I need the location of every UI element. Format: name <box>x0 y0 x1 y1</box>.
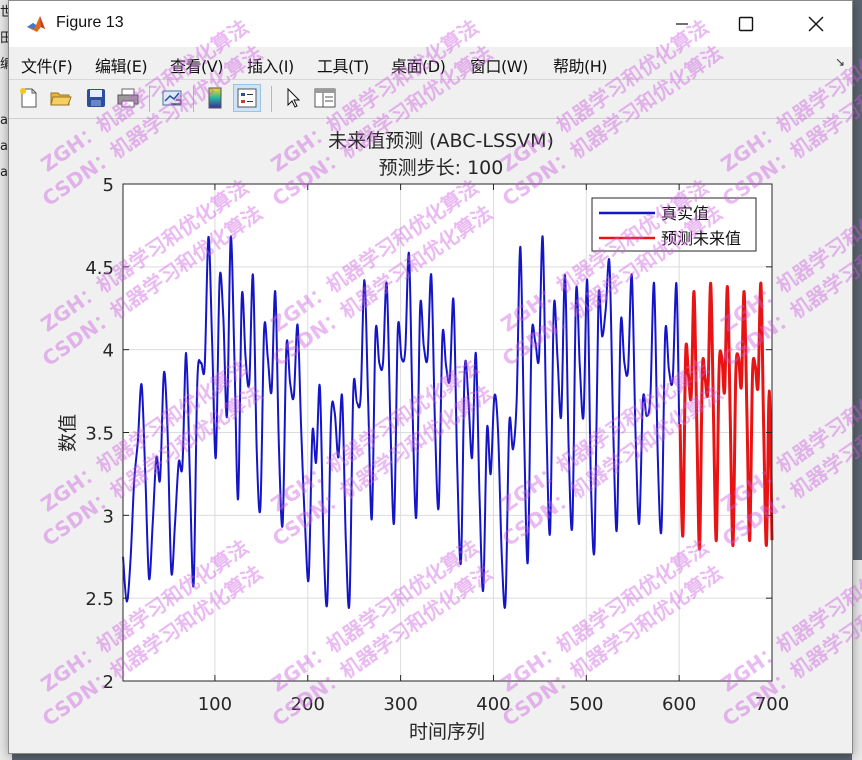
new-figure-icon <box>20 88 37 108</box>
x-tick-label: 600 <box>662 694 696 715</box>
menu-file[interactable]: 文件(F) <box>21 53 73 77</box>
close-icon <box>808 16 824 32</box>
property-inspector-button[interactable] <box>311 84 339 112</box>
print-icon <box>117 88 139 108</box>
minimize-button[interactable] <box>659 1 705 47</box>
menu-tools[interactable]: 工具(T) <box>317 53 369 77</box>
legend-label-forecast: 预测未来值 <box>661 229 741 248</box>
toolbar-separator <box>193 86 194 112</box>
background-app-edge-right <box>852 560 862 760</box>
y-tick-label: 4 <box>103 341 114 362</box>
chart-title: 未来值预测 (ABC-LSSVM) <box>328 130 554 152</box>
figure-window: Figure 13 文件(F) 编辑(E) 查看(V) 插入(I) 工具(T) … <box>8 0 853 754</box>
open-file-button[interactable] <box>47 84 75 112</box>
save-icon <box>87 89 105 107</box>
edit-plot-icon <box>287 87 301 108</box>
menu-desktop[interactable]: 桌面(D) <box>391 53 446 77</box>
title-bar[interactable]: Figure 13 <box>9 1 852 47</box>
chart-subtitle: 预测步长: 100 <box>379 157 504 179</box>
figure-toolbar <box>9 80 852 119</box>
print-button[interactable] <box>114 84 142 112</box>
link-plot-button[interactable] <box>159 84 187 112</box>
minimize-icon <box>676 23 688 25</box>
link-plot-icon <box>162 90 182 106</box>
x-tick-label: 300 <box>383 694 417 715</box>
y-tick-label: 5 <box>103 175 114 196</box>
y-tick-label: 3 <box>103 506 114 527</box>
menu-insert[interactable]: 插入(I) <box>247 53 294 77</box>
open-file-icon <box>50 92 72 106</box>
close-button[interactable] <box>793 1 839 47</box>
legend[interactable]: 真实值 预测未来值 <box>591 197 757 252</box>
maximize-icon <box>738 16 754 32</box>
toolbar-separator <box>149 86 150 112</box>
x-tick-label: 100 <box>198 694 232 715</box>
insert-colorbar-button[interactable] <box>201 84 229 112</box>
toolbar-separator <box>271 86 272 112</box>
y-tick-label: 2.5 <box>85 589 114 610</box>
line-chart[interactable]: 未来值预测 (ABC-LSSVM) 预测步长: 100 100 200 300 400… <box>9 119 852 753</box>
property-inspector-icon <box>314 88 336 108</box>
window-title: Figure 13 <box>56 14 124 31</box>
menu-help[interactable]: 帮助(H) <box>553 53 608 77</box>
x-tick-label: 700 <box>755 694 789 715</box>
y-axis-label: 数值 <box>57 414 79 452</box>
x-axis-label: 时间序列 <box>409 721 485 743</box>
menu-bar: 文件(F) 编辑(E) 查看(V) 插入(I) 工具(T) 桌面(D) 窗口(W… <box>9 47 852 80</box>
x-tick-label: 400 <box>476 694 510 715</box>
figure-canvas[interactable]: 未来值预测 (ABC-LSSVM) 预测步长: 100 100 200 300 400… <box>9 119 852 753</box>
x-tick-label: 500 <box>569 694 603 715</box>
insert-legend-button[interactable] <box>233 84 261 112</box>
insert-colorbar-icon <box>208 87 222 109</box>
menu-edit[interactable]: 编辑(E) <box>95 53 148 77</box>
matlab-logo-icon <box>25 13 47 35</box>
y-tick-label: 4.5 <box>85 258 114 279</box>
insert-legend-icon <box>237 88 257 108</box>
new-figure-button[interactable] <box>15 84 43 112</box>
maximize-button[interactable] <box>723 1 769 47</box>
save-button[interactable] <box>82 84 110 112</box>
y-tick-label: 3.5 <box>85 424 114 445</box>
dock-figure-icon[interactable]: ↘ <box>835 55 845 69</box>
menu-view[interactable]: 查看(V) <box>170 53 223 77</box>
x-tick-label: 200 <box>291 694 325 715</box>
legend-label-actual: 真实值 <box>661 204 709 223</box>
menu-window[interactable]: 窗口(W) <box>470 53 528 77</box>
y-tick-label: 2 <box>103 672 114 693</box>
edit-plot-button[interactable] <box>279 84 307 112</box>
